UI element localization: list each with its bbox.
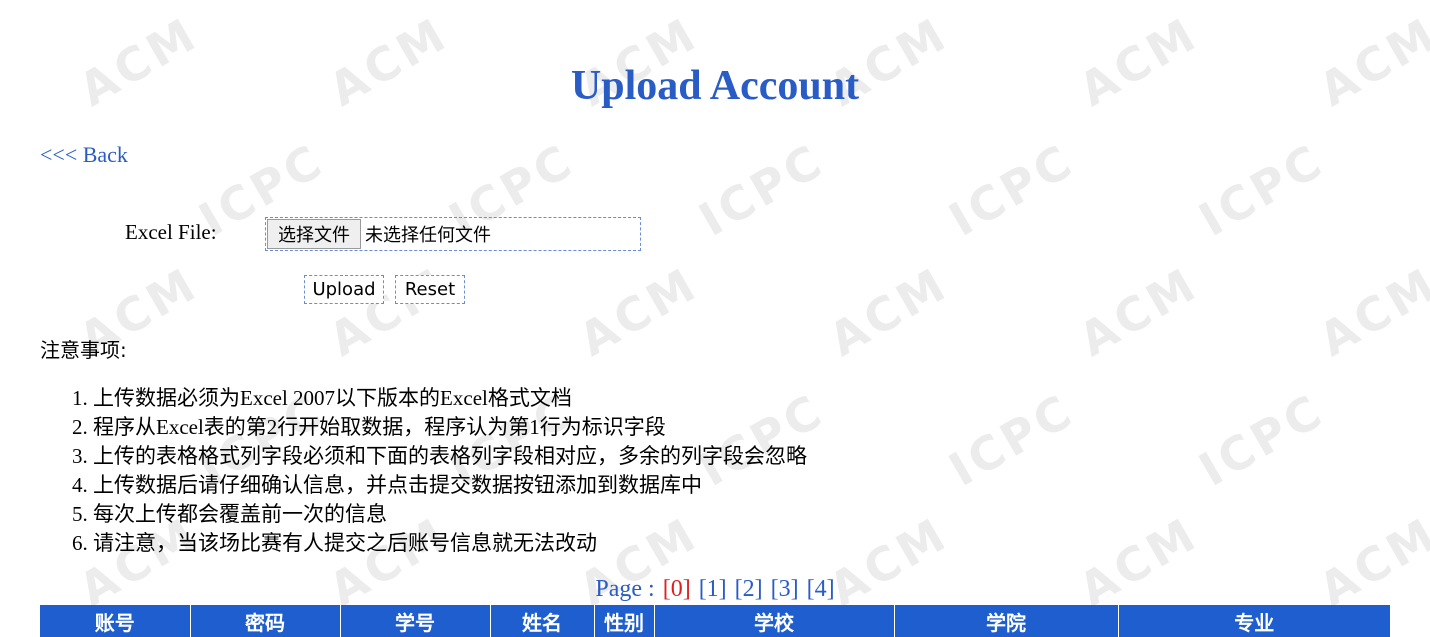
column-header-gender: 性别 <box>594 605 655 637</box>
choose-file-button[interactable]: 选择文件 <box>267 219 361 249</box>
excel-file-input[interactable]: 选择文件 未选择任何文件 <box>265 217 641 251</box>
page-title: Upload Account <box>570 63 860 109</box>
watermark-text: ICPC <box>940 132 1084 247</box>
upload-account-page: ACM ACM ACM ACM ACM ACM ICPC ICPC ICPC I… <box>0 0 1430 637</box>
column-header-school: 学校 <box>654 605 895 637</box>
note-item: 2. 程序从Excel表的第2行开始取数据，程序认为第1行为标识字段 <box>72 415 666 439</box>
column-header-password: 密码 <box>190 605 341 637</box>
watermark-text: ACM <box>1070 256 1208 367</box>
pagination-label: Page : <box>595 576 655 602</box>
watermark-text: ICPC <box>690 132 834 247</box>
reset-button[interactable]: Reset <box>395 275 465 304</box>
notes-heading: 注意事项: <box>40 338 127 362</box>
page-link-0[interactable]: [0] <box>663 576 691 602</box>
watermark-text: ACM <box>320 256 458 367</box>
watermark-text: ICPC <box>1190 132 1334 247</box>
notes-list: 1. 上传数据必须为Excel 2007以下版本的Excel格式文档 2. 程序… <box>72 384 807 558</box>
excel-file-label: Excel File: <box>125 220 217 244</box>
watermark-text: ACM <box>820 256 958 367</box>
note-item: 6. 请注意，当该场比赛有人提交之后账号信息就无法改动 <box>72 531 597 555</box>
column-header-major: 专业 <box>1118 605 1390 637</box>
table-header-row: 账号 密码 学号 姓名 性别 学校 学院 专业 <box>40 605 1390 637</box>
pagination: Page : [0] [1] [2] [3] [4] <box>0 576 1430 603</box>
upload-button[interactable]: Upload <box>304 275 384 304</box>
watermark-text: ICPC <box>1190 382 1334 497</box>
column-header-student-id: 学号 <box>340 605 491 637</box>
watermark-text: ACM <box>570 256 708 367</box>
page-link-3[interactable]: [3] <box>771 576 799 602</box>
column-header-college: 学院 <box>894 605 1119 637</box>
watermark-text: ACM <box>1310 256 1430 367</box>
back-link[interactable]: <<< Back <box>40 142 128 168</box>
page-link-2[interactable]: [2] <box>735 576 763 602</box>
note-item: 4. 上传数据后请仔细确认信息，并点击提交数据按钮添加到数据库中 <box>72 473 702 497</box>
note-item: 3. 上传的表格格式列字段必须和下面的表格列字段相对应，多余的列字段会忽略 <box>72 444 807 468</box>
note-item: 5. 每次上传都会覆盖前一次的信息 <box>72 502 387 526</box>
watermark-text: ICPC <box>940 382 1084 497</box>
file-status-text: 未选择任何文件 <box>365 225 491 246</box>
accounts-table: 账号 密码 学号 姓名 性别 学校 学院 专业 <box>40 605 1390 637</box>
column-header-name: 姓名 <box>490 605 595 637</box>
column-header-account: 账号 <box>40 605 191 637</box>
page-link-4[interactable]: [4] <box>807 576 835 602</box>
note-item: 1. 上传数据必须为Excel 2007以下版本的Excel格式文档 <box>72 386 572 410</box>
page-link-1[interactable]: [1] <box>699 576 727 602</box>
